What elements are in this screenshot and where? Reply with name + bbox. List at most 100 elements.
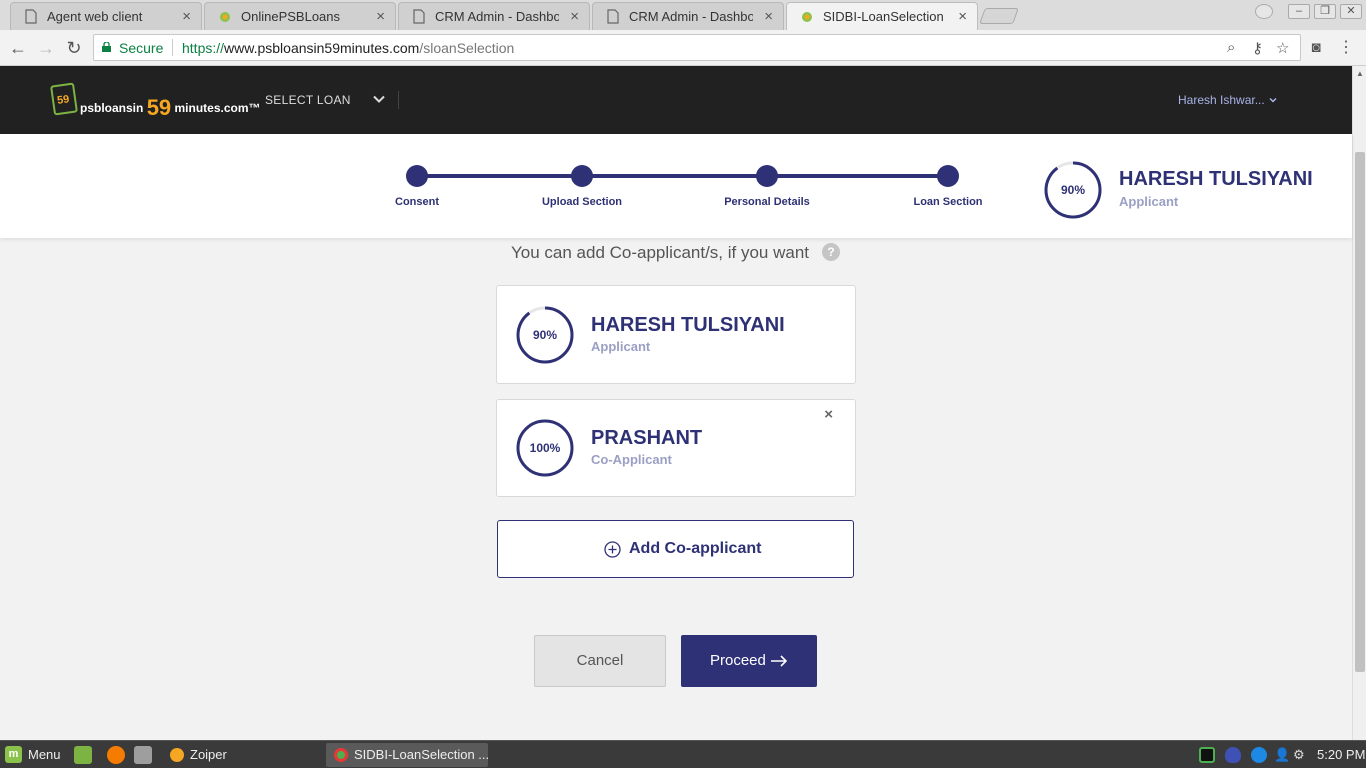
tab-close-icon[interactable]: × xyxy=(958,8,967,25)
proceed-label: Proceed xyxy=(710,652,766,669)
bookmark-star-icon[interactable]: ☆ xyxy=(1276,39,1289,57)
logo-text-suffix: minutes.com™ xyxy=(174,101,261,115)
os-taskbar: m Menu Zoiper SIDBI-LoanSelection ... 👤 … xyxy=(0,740,1366,768)
add-coapplicant-button[interactable]: Add Co-applicant xyxy=(497,520,854,578)
step-label-consent: Consent xyxy=(395,196,439,208)
card-progress-text: 100% xyxy=(529,441,561,455)
plus-circle-icon xyxy=(604,541,621,558)
step-label-upload-section: Upload Section xyxy=(541,196,623,208)
site-favicon-icon xyxy=(220,12,230,22)
tab-close-icon[interactable]: × xyxy=(764,8,773,25)
teamviewer-icon[interactable] xyxy=(1251,747,1267,763)
step-dot-consent[interactable] xyxy=(406,165,428,187)
mixer-launcher-icon[interactable] xyxy=(134,746,152,764)
url-scheme: https:// xyxy=(182,40,225,56)
taskbar-task-zoiper[interactable]: Zoiper xyxy=(162,743,322,767)
user-menu[interactable]: Haresh Ishwar... xyxy=(1178,93,1277,107)
logo-badge-number: 59 xyxy=(56,93,71,107)
page-icon xyxy=(25,9,37,24)
url-host: www.psbloansin59minutes.com xyxy=(224,40,420,56)
firefox-launcher-icon[interactable] xyxy=(107,746,125,764)
arrow-right-icon xyxy=(771,655,788,667)
task-label: Zoiper xyxy=(190,747,227,762)
back-arrow-icon[interactable]: ← xyxy=(8,38,28,58)
network-icon[interactable]: ⚙ xyxy=(1293,747,1309,763)
browser-toolbar: ← → ↻ Secure https://www.psbloansin59min… xyxy=(0,30,1366,66)
stepper-track xyxy=(417,174,948,178)
user-name: Haresh Ishwar... xyxy=(1178,93,1265,107)
tab-close-icon[interactable]: × xyxy=(182,8,191,25)
tab-title: SIDBI-LoanSelection xyxy=(823,9,944,24)
card-role: Co-Applicant xyxy=(591,452,672,467)
shield-icon[interactable] xyxy=(1225,747,1241,763)
step-dot-personal-details[interactable] xyxy=(756,165,778,187)
logo-text-prefix: psbloansin xyxy=(80,101,144,115)
profile-icon[interactable] xyxy=(1255,4,1273,19)
logo-badge: 59 xyxy=(50,82,78,116)
minimize-icon[interactable]: – xyxy=(1288,4,1310,19)
card-progress-ring: 90% xyxy=(515,305,575,365)
taskbar-task-chrome[interactable]: SIDBI-LoanSelection ... xyxy=(326,743,490,767)
page-icon xyxy=(413,9,425,24)
applicant-card[interactable]: 90% HARESH TULSIYANI Applicant xyxy=(496,285,856,384)
reload-icon[interactable]: ↻ xyxy=(64,38,84,58)
maximize-icon[interactable]: ❐ xyxy=(1314,4,1336,19)
proceed-button[interactable]: Proceed xyxy=(681,635,817,687)
step-dot-upload-section[interactable] xyxy=(571,165,593,187)
applicant-name: HARESH TULSIYANI xyxy=(1119,168,1313,190)
logo-text: psbloansin 59 minutes.com™ xyxy=(80,92,261,120)
address-bar[interactable]: Secure https://www.psbloansin59minutes.c… xyxy=(93,34,1301,61)
add-coapplicant-label: Add Co-applicant xyxy=(629,540,762,557)
scroll-thumb[interactable] xyxy=(1355,152,1365,672)
browser-tab-agent-web-client[interactable]: Agent web client × xyxy=(10,2,202,30)
browser-tab-onlinepsbloans[interactable]: OnlinePSBLoans × xyxy=(204,2,396,30)
taskbar-clock[interactable]: 5:20 PM xyxy=(1317,747,1365,762)
url-path: /sloanSelection xyxy=(419,40,515,56)
zoiper-icon xyxy=(170,748,184,762)
step-dot-loan-section[interactable] xyxy=(937,165,959,187)
applicant-role: Applicant xyxy=(1119,194,1179,209)
mint-menu-icon[interactable]: m xyxy=(5,746,22,763)
url-separator xyxy=(172,39,173,56)
remove-coapplicant-close-icon[interactable]: × xyxy=(824,406,833,423)
camera-icon[interactable]: ◙ xyxy=(1306,38,1326,58)
select-loan-dropdown[interactable]: SELECT LOAN xyxy=(265,93,351,107)
page-scrollbar[interactable]: ▲ xyxy=(1352,66,1366,740)
step-label-personal-details: Personal Details xyxy=(724,196,810,208)
card-name: HARESH TULSIYANI xyxy=(591,314,785,336)
key-icon[interactable]: ⚷ xyxy=(1252,39,1263,57)
lock-icon xyxy=(102,42,111,52)
start-menu-label[interactable]: Menu xyxy=(28,747,61,762)
task-label: SIDBI-LoanSelection ... xyxy=(354,747,490,762)
new-tab-button[interactable] xyxy=(979,8,1019,24)
cancel-button[interactable]: Cancel xyxy=(534,635,666,687)
browser-tab-crm-admin-1[interactable]: CRM Admin - Dashboard × xyxy=(398,2,590,30)
zoom-icon[interactable]: ⌕ xyxy=(1227,39,1235,56)
user-icon[interactable]: 👤 xyxy=(1274,747,1290,763)
tab-close-icon[interactable]: × xyxy=(570,8,579,25)
chrome-menu-icon[interactable]: ⋮ xyxy=(1336,38,1356,58)
main-content: Consent Upload Section Personal Details … xyxy=(0,134,1352,740)
url-text[interactable]: https://www.psbloansin59minutes.com/sloa… xyxy=(182,40,514,56)
site-favicon-icon xyxy=(802,12,812,22)
coapplicant-card[interactable]: × 100% PRASHANT Co-Applicant xyxy=(496,399,856,497)
tab-title: CRM Admin - Dashboard xyxy=(435,9,559,24)
card-role: Applicant xyxy=(591,339,651,354)
forward-arrow-icon[interactable]: → xyxy=(36,38,56,58)
window-close-icon[interactable]: ✕ xyxy=(1340,4,1362,19)
coapplicant-hint: You can add Co-applicant/s, if you want xyxy=(511,243,810,262)
files-launcher-icon[interactable] xyxy=(74,746,92,764)
progress-stepper: Consent Upload Section Personal Details … xyxy=(0,134,1352,238)
secure-label: Secure xyxy=(119,40,164,56)
scroll-up-arrow-icon[interactable]: ▲ xyxy=(1356,69,1364,78)
browser-tab-crm-admin-2[interactable]: CRM Admin - Dashboard × xyxy=(592,2,784,30)
browser-tab-sidbi-loanselection[interactable]: SIDBI-LoanSelection × xyxy=(786,2,978,30)
card-progress-text: 90% xyxy=(532,328,558,342)
card-progress-ring: 100% xyxy=(515,418,575,478)
tab-close-icon[interactable]: × xyxy=(376,8,385,25)
chevron-down-icon[interactable] xyxy=(373,93,385,105)
applicant-progress-ring: 90% xyxy=(1043,160,1103,220)
card-name: PRASHANT xyxy=(591,427,703,449)
system-monitor-icon[interactable] xyxy=(1199,747,1215,763)
help-icon[interactable]: ? xyxy=(822,243,840,261)
